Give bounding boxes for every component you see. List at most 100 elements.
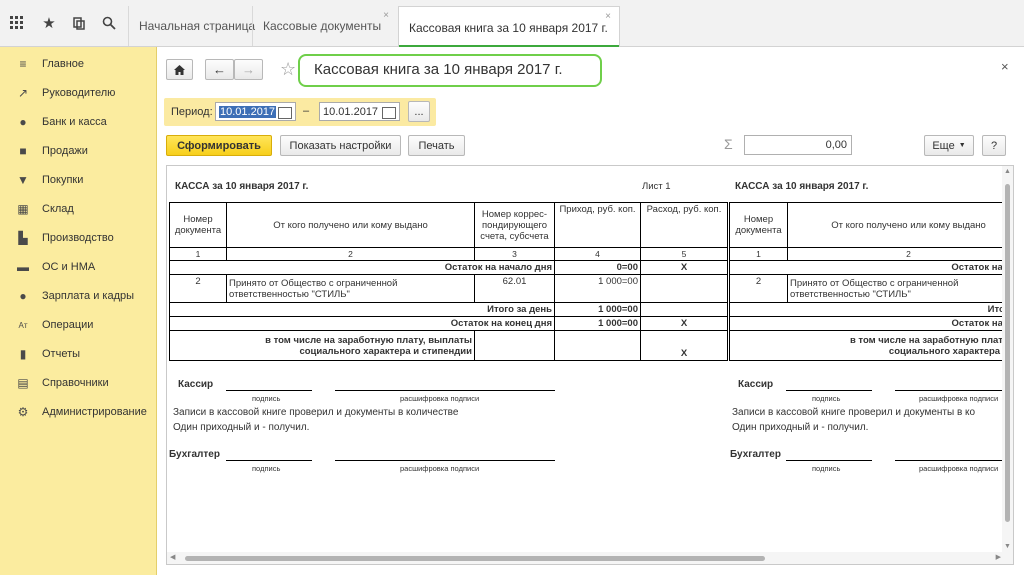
sidebar-item[interactable]: ● Банк и касса	[0, 111, 157, 133]
row-counterparty: Принято от Общество с ограниченной ответ…	[787, 274, 1003, 303]
sidebar-item-label: Руководителю	[42, 87, 116, 99]
forward-button[interactable]: →	[234, 59, 263, 80]
sidebar-item-label: Зарплата и кадры	[42, 290, 135, 302]
tab-home[interactable]: Начальная страница	[128, 6, 265, 46]
page-title: Кассовая книга за 10 января 2017 г.	[314, 61, 563, 78]
scroll-left-icon[interactable]: ◀	[170, 553, 175, 561]
period-select-button[interactable]: ...	[408, 101, 430, 122]
apps-grid-icon[interactable]	[6, 10, 28, 36]
generate-button[interactable]: Сформировать	[166, 135, 272, 156]
row-counterparty-line2: ответственностью "СТИЛЬ"	[790, 288, 911, 300]
history-icon[interactable]	[68, 10, 90, 36]
help-button[interactable]: ?	[982, 135, 1006, 156]
period-select-label: ...	[414, 105, 424, 118]
salary-income	[554, 330, 641, 361]
sidebar-item-label: Главное	[42, 58, 85, 70]
sidebar-item[interactable]: ▤ Справочники	[0, 372, 157, 394]
salary-label: в том числе на заработную плату, выплаты…	[169, 330, 475, 361]
sidebar-item[interactable]: ■ Продажи	[0, 140, 157, 162]
operations-icon: Aт	[18, 320, 28, 330]
row-counterparty-line1: Принято от Общество с ограниченной	[790, 277, 959, 289]
calendar-icon[interactable]	[278, 107, 292, 119]
top-bar: ★ Начальная страница Кассовые документы …	[0, 0, 1024, 48]
sum-field[interactable]: 0,00	[744, 135, 852, 155]
arrow-right-icon: →	[242, 62, 255, 77]
sidebar-item-label: Производство	[42, 232, 114, 244]
row-counterparty-line2: ответственностью "СТИЛЬ"	[229, 288, 350, 300]
more-menu-label: Еще	[932, 139, 955, 152]
tab-cash-documents-label: Кассовые документы	[263, 19, 382, 33]
row-income: 1 000=00	[554, 274, 641, 303]
more-menu-button[interactable]: Еще ▼	[924, 135, 974, 156]
signature-caption: подпись	[812, 464, 841, 473]
decode-caption: расшифровка подписи	[919, 464, 999, 473]
sidebar-item-label: Отчеты	[42, 348, 81, 360]
sidebar-item[interactable]: ≡ Главное	[0, 53, 157, 75]
sidebar-item[interactable]: ↗ Руководителю	[0, 82, 157, 104]
close-icon[interactable]: ×	[1001, 59, 1009, 74]
vertical-scrollbar[interactable]: ▲ ▼	[1002, 166, 1013, 552]
date-to-field[interactable]: 10.01.2017	[319, 102, 400, 121]
search-icon[interactable]	[98, 10, 120, 36]
col-number: 4	[554, 247, 641, 261]
decode-caption: расшифровка подписи	[400, 464, 480, 473]
horizontal-scrollbar[interactable]: ◀ ▶	[167, 552, 1013, 564]
sidebar-item[interactable]: ● Зарплата и кадры	[0, 285, 157, 307]
day-total-row: Итого за день 1 000=00	[169, 302, 728, 317]
cash-book-table-copy: Номер документа От кого получено или ком…	[729, 202, 1003, 361]
period-dash: –	[303, 105, 310, 117]
cashier-signature-line	[786, 390, 872, 391]
col-header-account: Номер коррес- пондирующего счета, субсче…	[474, 202, 555, 248]
show-settings-button[interactable]: Показать настройки	[280, 135, 401, 156]
day-total-label: Итого за день	[169, 302, 555, 317]
factory-icon: ▙	[18, 231, 28, 245]
bar-chart-icon: ▮	[19, 347, 27, 361]
vertical-scroll-thumb[interactable]	[1005, 184, 1010, 522]
sidebar-item[interactable]: ▼ Покупки	[0, 169, 157, 191]
salary-label-line2: социального характера и сти	[888, 345, 1003, 357]
cashier-label: Кассир	[178, 379, 214, 390]
favorites-star-icon[interactable]: ★	[38, 10, 60, 36]
sidebar-item[interactable]: ⚙ Администрирование	[0, 401, 157, 423]
cashier-signature-line	[226, 390, 312, 391]
coin-icon: ●	[19, 115, 27, 129]
col-header-counterparty: От кого получено или кому выдано	[226, 202, 475, 248]
table-row[interactable]: 2 Принято от Общество с ограниченной отв…	[169, 274, 728, 303]
close-icon[interactable]: ×	[605, 11, 611, 22]
report-area[interactable]: КАССА за 10 января 2017 г. Лист 1 КАССА …	[166, 165, 1014, 565]
sidebar-item[interactable]: ▮ Отчеты	[0, 343, 157, 365]
checked-line2: Один приходный и - получил.	[732, 422, 869, 433]
home-button[interactable]	[166, 59, 193, 80]
calendar-icon[interactable]	[382, 107, 396, 119]
scroll-right-icon[interactable]: ▶	[996, 553, 1001, 561]
tab-cash-documents[interactable]: Кассовые документы ×	[252, 6, 397, 46]
sidebar-item-label: Администрирование	[42, 406, 147, 418]
salary-label-line2: социального характера и стипендии	[299, 345, 472, 357]
sidebar-item-label: Покупки	[42, 174, 84, 186]
scroll-down-icon[interactable]: ▼	[1004, 543, 1011, 550]
back-button[interactable]: ←	[205, 59, 234, 80]
report-header-right: КАССА за 10 января 2017 г.	[735, 181, 869, 192]
gear-icon: ⚙	[17, 405, 29, 419]
sidebar-item[interactable]: ▬ ОС и НМА	[0, 256, 157, 278]
day-total-expense	[640, 302, 728, 317]
person-icon: ●	[19, 289, 27, 303]
sidebar-item[interactable]: ▦ Склад	[0, 198, 157, 220]
accountant-label: Бухгалтер	[730, 449, 781, 460]
scroll-up-icon[interactable]: ▲	[1004, 168, 1011, 175]
date-from-field[interactable]: 10.01.2017	[215, 102, 296, 121]
close-icon[interactable]: ×	[383, 10, 389, 21]
closing-balance-expense: X	[640, 316, 728, 331]
closing-balance-label: Остаток на конец дня	[169, 316, 555, 331]
sidebar-item[interactable]: Aт Операции	[0, 314, 157, 336]
cart-icon: ▼	[17, 173, 29, 187]
sidebar-item[interactable]: ▙ Производство	[0, 227, 157, 249]
row-account: 62.01	[474, 274, 555, 303]
favorite-star-icon[interactable]: ☆	[280, 59, 296, 80]
horizontal-scroll-thumb[interactable]	[185, 556, 765, 561]
table-row[interactable]: 2 Принято от Общество с ограниченной отв…	[729, 274, 1003, 303]
accountant-decode-line	[895, 460, 1003, 461]
print-button[interactable]: Печать	[408, 135, 465, 156]
col-number: 3	[474, 247, 555, 261]
tab-cash-book[interactable]: Кассовая книга за 10 января 2017 г. ×	[398, 6, 620, 48]
